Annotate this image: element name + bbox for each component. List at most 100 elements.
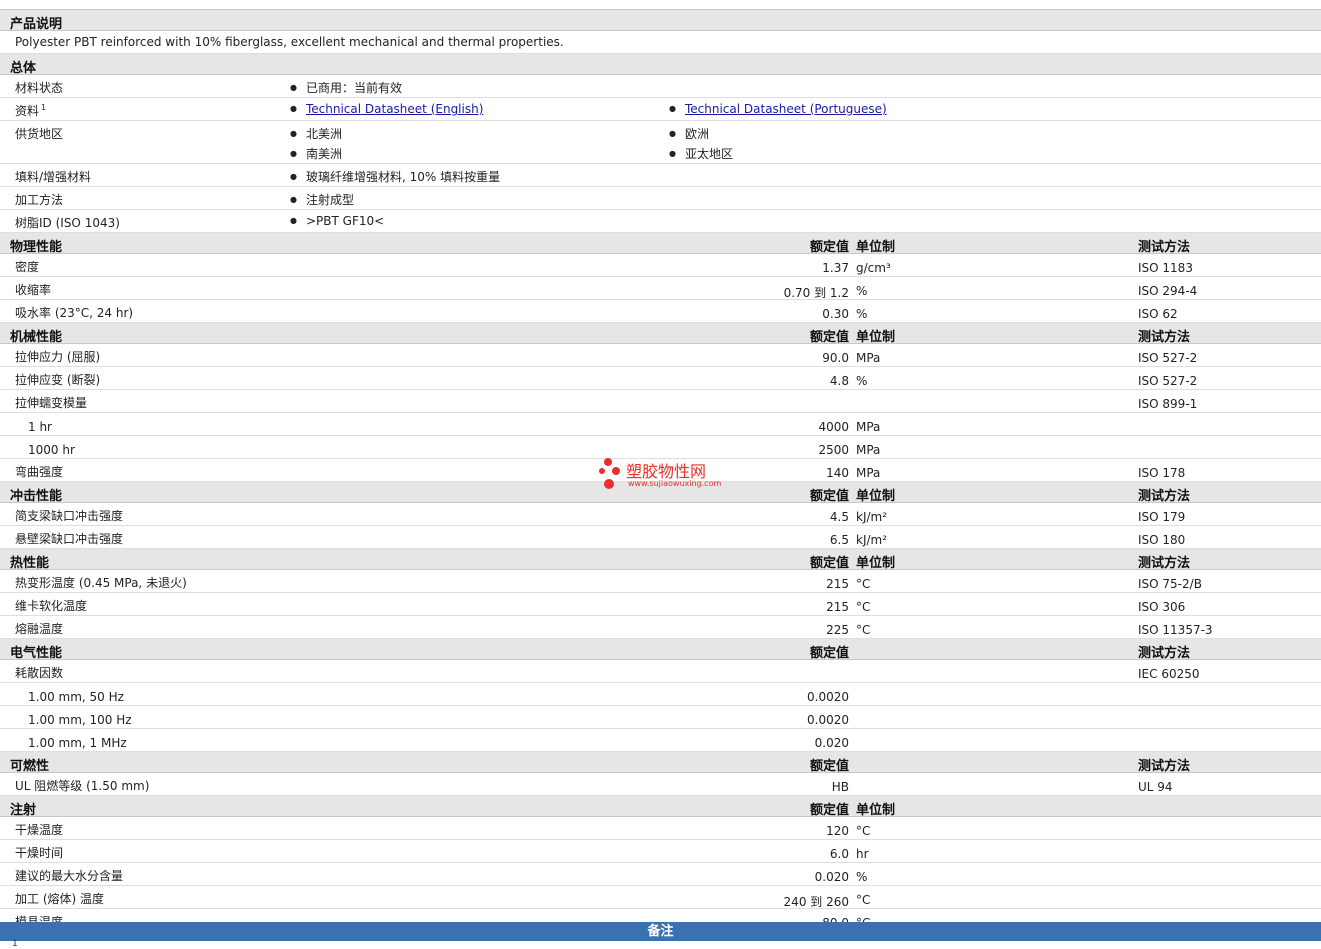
property-label: 吸水率 (23°C, 24 hr) — [15, 306, 134, 320]
property-label: 熔融温度 — [15, 622, 64, 636]
property-label: 拉伸应力 (屈服) — [15, 350, 101, 364]
row-label: 树脂ID (ISO 1043) — [15, 216, 120, 230]
property-value: 90.0 — [822, 351, 849, 365]
resin-value: >PBT GF10< — [290, 214, 384, 228]
property-method: ISO 11357-3 — [1138, 623, 1213, 637]
section-electrical: 电气性能 额定值 测试方法 — [0, 639, 1321, 661]
property-value: 0.70 到 1.2 — [783, 286, 849, 300]
property-label: 建议的最大水分含量 — [15, 869, 124, 883]
section-description: 产品说明 — [0, 10, 1321, 32]
doc-bullet: Technical Datasheet (English) — [290, 102, 483, 116]
row-documents: 资料1 Technical Datasheet (English) Techni… — [0, 98, 1321, 121]
row-label: 资料 1 — [15, 103, 47, 118]
property-value: 4.8 — [829, 374, 849, 388]
doc-bullet: Technical Datasheet (Portuguese) — [669, 102, 887, 116]
region-item: 南美洲 — [290, 145, 342, 162]
property-row: 耗散因数 IEC 60250 — [0, 660, 1321, 683]
property-unit: kJ/m² — [856, 510, 888, 524]
property-value: 2500 — [818, 443, 849, 457]
header-method: 测试方法 — [1138, 759, 1191, 774]
property-label: 悬壁梁缺口冲击强度 — [15, 532, 124, 546]
row-filler: 填料/增强材料 玻璃纤维增强材料, 10% 填料按重量 — [0, 164, 1321, 187]
property-unit: MPa — [856, 443, 881, 457]
property-row: 维卡软化温度 215 °C ISO 306 — [0, 593, 1321, 616]
property-unit: % — [856, 307, 868, 321]
property-unit: % — [856, 284, 868, 298]
property-label: UL 阻燃等级 (1.50 mm) — [15, 779, 150, 793]
section-title: 产品说明 — [10, 17, 63, 32]
row-process: 加工方法 注射成型 — [0, 187, 1321, 210]
property-method: ISO 527-2 — [1138, 351, 1198, 365]
property-value: 6.0 — [829, 847, 849, 861]
header-value: 额定值 — [809, 803, 849, 818]
doc-link-portuguese[interactable]: Technical Datasheet (Portuguese) — [685, 102, 887, 116]
property-subrow: 1.00 mm, 100 Hz 0.0020 — [0, 706, 1321, 729]
region-item: 亚太地区 — [669, 145, 733, 162]
region-item: 欧洲 — [669, 125, 709, 142]
row-label: 供货地区 — [15, 127, 64, 141]
property-value: 4000 — [818, 420, 849, 434]
watermark-url: www.sujiaowuxing.com — [628, 479, 722, 488]
property-method: ISO 527-2 — [1138, 374, 1198, 388]
property-row: 密度 1.37 g/cm³ ISO 1183 — [0, 254, 1321, 277]
section-title: 物理性能 — [10, 240, 63, 255]
property-method: IEC 60250 — [1138, 667, 1200, 681]
status-value: 已商用：当前有效 — [290, 79, 402, 96]
header-value: 额定值 — [809, 759, 849, 774]
property-value: 120 — [826, 824, 849, 838]
section-title: 电气性能 — [10, 646, 63, 661]
property-value: 0.0020 — [807, 713, 849, 727]
header-unit: 单位制 — [856, 330, 896, 345]
property-sublabel: 1.00 mm, 100 Hz — [28, 713, 132, 727]
property-value: 140 — [826, 466, 849, 480]
property-label: 加工 (熔体) 温度 — [15, 892, 104, 906]
header-method: 测试方法 — [1138, 489, 1191, 504]
property-value: 6.5 — [829, 533, 849, 547]
section-physical: 物理性能 额定值 单位制 测试方法 — [0, 233, 1321, 255]
property-sublabel: 1 hr — [28, 420, 52, 434]
property-label: 干燥温度 — [15, 823, 64, 837]
property-sublabel: 1000 hr — [28, 443, 75, 457]
header-unit: 单位制 — [856, 556, 896, 571]
header-method: 测试方法 — [1138, 240, 1191, 255]
property-unit: MPa — [856, 420, 881, 434]
property-row: 简支梁缺口冲击强度 4.5 kJ/m² ISO 179 — [0, 503, 1321, 526]
section-title: 注射 — [10, 803, 37, 818]
property-row: 建议的最大水分含量 0.020 % — [0, 863, 1321, 886]
property-unit: g/cm³ — [856, 261, 891, 275]
property-value: 0.020 — [814, 870, 849, 884]
property-row: 熔融温度 225 °C ISO 11357-3 — [0, 616, 1321, 639]
property-unit: hr — [856, 847, 869, 861]
property-row: 悬壁梁缺口冲击强度 6.5 kJ/m² ISO 180 — [0, 526, 1321, 549]
header-value: 额定值 — [809, 330, 849, 345]
header-unit: 单位制 — [856, 489, 896, 504]
notes-header: 备注 — [0, 922, 1321, 941]
property-row: 热变形温度 (0.45 MPa, 未退火) 215 °C ISO 75-2/B — [0, 570, 1321, 593]
property-unit: kJ/m² — [856, 533, 888, 547]
section-title: 冲击性能 — [10, 489, 63, 504]
property-sublabel: 1.00 mm, 1 MHz — [28, 736, 127, 750]
top-spacer — [0, 0, 1321, 10]
property-value: 225 — [826, 623, 849, 637]
watermark-dots-icon — [599, 458, 620, 489]
section-title: 可燃性 — [10, 759, 50, 774]
footnote-ref: 1 — [41, 103, 47, 112]
property-value: 4.5 — [829, 510, 849, 524]
property-method: ISO 178 — [1138, 466, 1186, 480]
property-value: 215 — [826, 600, 849, 614]
property-value: HB — [831, 780, 849, 794]
property-unit: % — [856, 374, 868, 388]
property-row: 拉伸应变 (断裂) 4.8 % ISO 527-2 — [0, 367, 1321, 390]
process-value: 注射成型 — [290, 191, 354, 208]
description-row: Polyester PBT reinforced with 10% fiberg… — [0, 31, 1321, 54]
property-unit: % — [856, 870, 868, 884]
doc-link-english[interactable]: Technical Datasheet (English) — [306, 102, 483, 116]
property-unit: °C — [856, 893, 871, 907]
header-value: 额定值 — [809, 556, 849, 571]
property-method: ISO 1183 — [1138, 261, 1193, 275]
property-value: 1.37 — [822, 261, 849, 275]
property-value: 0.30 — [822, 307, 849, 321]
header-unit: 单位制 — [856, 803, 896, 818]
property-label: 维卡软化温度 — [15, 599, 88, 613]
property-row: 拉伸蠕变模量 ISO 899-1 — [0, 390, 1321, 413]
